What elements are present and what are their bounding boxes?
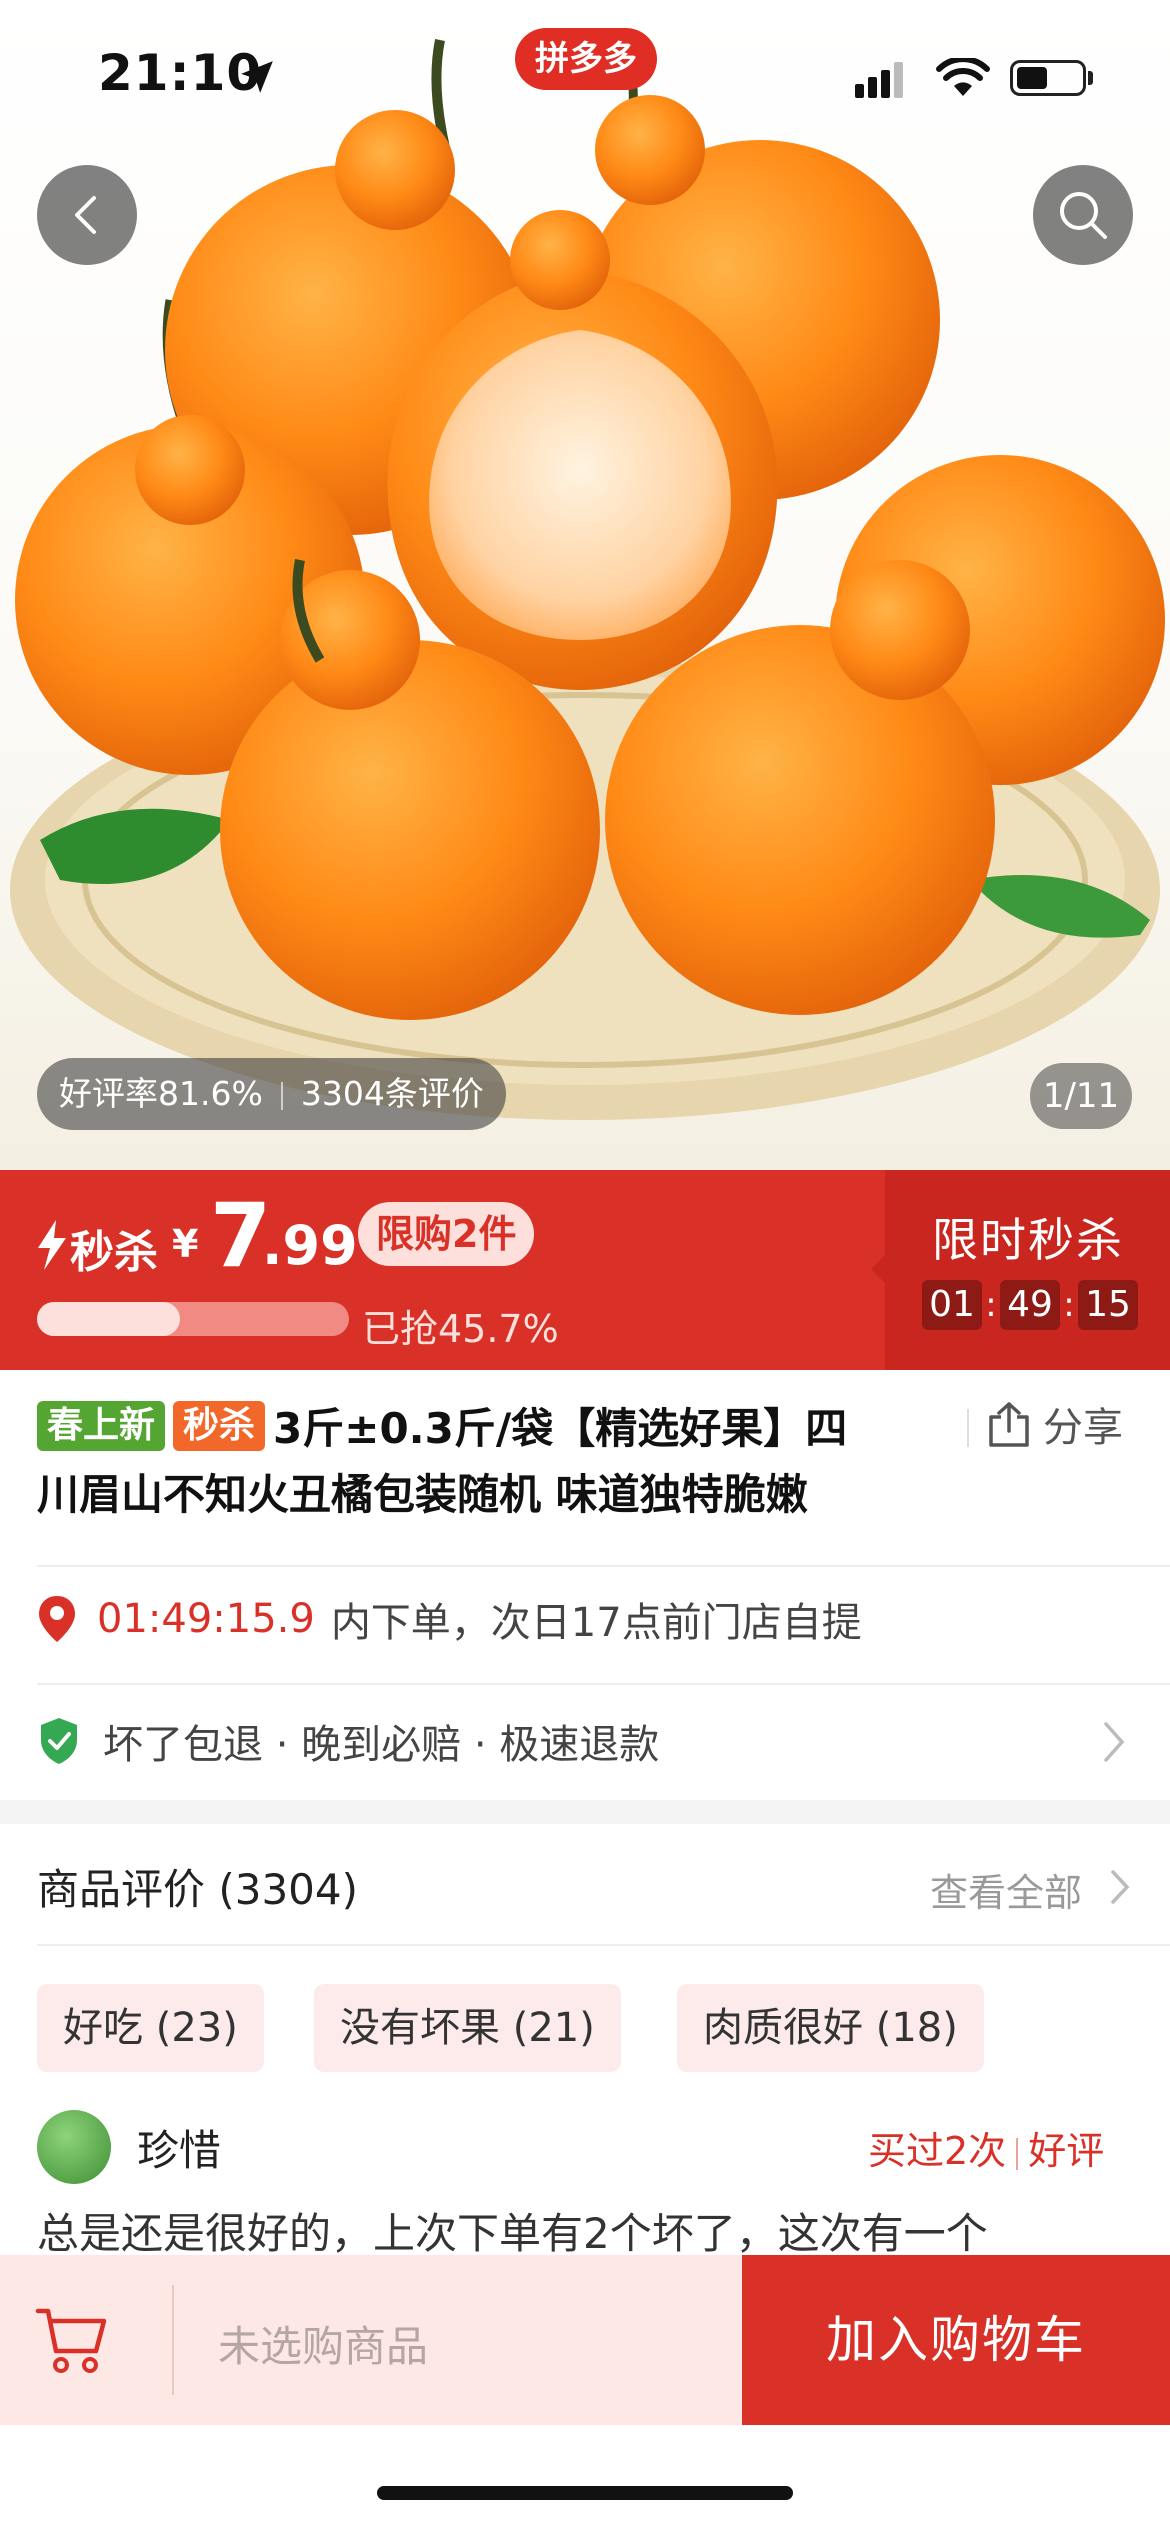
cart-icon[interactable]: [34, 2305, 108, 2375]
wifi-icon: [936, 58, 990, 96]
no-items-selected-label: 未选购商品: [218, 2322, 429, 2371]
home-indicator: [377, 2486, 793, 2500]
service-text: 坏了包退 · 晚到必赔 · 极速退款: [103, 1722, 660, 1768]
review-count: 3304条评价: [300, 1074, 484, 1113]
chevron-right-icon[interactable]: [1108, 1868, 1132, 1906]
section-gap: [0, 1800, 1170, 1824]
sold-progress-fill: [37, 1302, 180, 1336]
review-text[interactable]: 总是还是很好的，上次下单有2个坏了，这次有一个: [37, 2200, 1137, 2255]
reviewer-badges: 买过2次 好评: [868, 2120, 1104, 2175]
review-tag-chip[interactable]: 好吃 (23): [37, 1984, 264, 2072]
signal-icon: [855, 62, 903, 98]
image-page-indicator: 1/11: [1030, 1063, 1132, 1129]
shield-check-icon: [41, 1718, 77, 1764]
currency-symbol: ¥: [172, 1222, 199, 1266]
review-verdict: 好评: [1028, 2129, 1105, 2173]
product-photo: [10, 39, 1165, 1120]
service-guarantee-row[interactable]: 坏了包退 · 晚到必赔 · 极速退款: [37, 1712, 659, 1770]
location-arrow-icon: [241, 61, 273, 93]
reviews-header: 商品评价 (3304): [37, 1865, 359, 1914]
flash-sale-banner: 秒杀 ¥ 7 .99 限购2件 已抢45.7% 限时秒杀 01 : 49 : 1…: [0, 1170, 1170, 1370]
reviewer-row: 珍惜: [37, 2110, 221, 2184]
product-title-line2: 川眉山不知火丑橘包装随机 味道独特脆嫩: [37, 1470, 808, 1519]
location-pin-icon: [39, 1596, 75, 1642]
sold-progress-bar: [37, 1302, 349, 1336]
share-button[interactable]: 分享: [987, 1395, 1123, 1453]
countdown-timer: 01 : 49 : 15: [922, 1280, 1138, 1330]
bought-times: 买过2次: [868, 2129, 1007, 2173]
spring-new-tag: 春上新: [37, 1400, 166, 1451]
divider: [37, 1944, 1170, 1946]
battery-cap: [1088, 71, 1093, 85]
app-badge: 拼多多: [515, 28, 657, 90]
chevron-right-icon[interactable]: [1100, 1720, 1128, 1764]
see-all-reviews-link[interactable]: 查看全部: [930, 1862, 1082, 1917]
battery-icon: [1010, 60, 1086, 96]
review-tag-chip[interactable]: 肉质很好 (18): [677, 1984, 984, 2072]
bar-divider: [172, 2285, 174, 2395]
lightning-icon: [38, 1220, 66, 1270]
product-image-carousel[interactable]: 21:10 拼多多 好评率81.6% 3304条评价 1/11: [0, 0, 1170, 1170]
flash-sale-label: 秒杀: [70, 1227, 158, 1278]
avatar: [37, 2110, 111, 2184]
reviewer-name: 珍惜: [137, 2125, 222, 2175]
status-bar: 21:10 拼多多: [0, 0, 1170, 150]
back-arrow-icon: [75, 196, 96, 234]
share-icon: [989, 1402, 1029, 1447]
product-title-line1: 3斤±0.3斤/袋【精选好果】四: [273, 1404, 848, 1453]
price-decimal: .99: [262, 1214, 358, 1277]
sold-percent: 已抢45.7%: [362, 1307, 559, 1351]
bottom-action-bar: 未选购商品 加入购物车: [0, 2255, 1170, 2425]
countdown-minutes: 49: [1000, 1280, 1060, 1330]
purchase-limit-tag: 限购2件: [358, 1202, 535, 1266]
review-tag-chip[interactable]: 没有坏果 (21): [314, 1984, 621, 2072]
search-icon: [1060, 192, 1107, 239]
delivery-text: 内下单，次日17点前门店自提: [330, 1600, 862, 1646]
share-divider: [967, 1409, 969, 1447]
flash-sale-tag: 秒杀: [173, 1400, 266, 1451]
delivery-info-row[interactable]: 01:49:15.9 内下单，次日17点前门店自提: [37, 1590, 862, 1648]
back-button[interactable]: [37, 165, 137, 265]
countdown-seconds: 15: [1078, 1280, 1138, 1330]
divider: [37, 1565, 1170, 1567]
countdown-hours: 01: [922, 1280, 982, 1330]
share-label: 分享: [1043, 1405, 1123, 1451]
divider: [37, 1683, 1170, 1685]
cart-summary[interactable]: 未选购商品: [0, 2255, 742, 2425]
add-to-cart-button[interactable]: 加入购物车: [742, 2255, 1170, 2425]
rating-pill[interactable]: 好评率81.6% 3304条评价: [37, 1058, 506, 1130]
good-rating-rate: 好评率81.6%: [59, 1074, 263, 1113]
flash-sale-title: 限时秒杀: [932, 1213, 1124, 1267]
delivery-countdown: 01:49:15.9: [97, 1596, 315, 1642]
flash-countdown-panel: 限时秒杀 01 : 49 : 15: [871, 1170, 1170, 1370]
search-button[interactable]: [1033, 165, 1133, 265]
